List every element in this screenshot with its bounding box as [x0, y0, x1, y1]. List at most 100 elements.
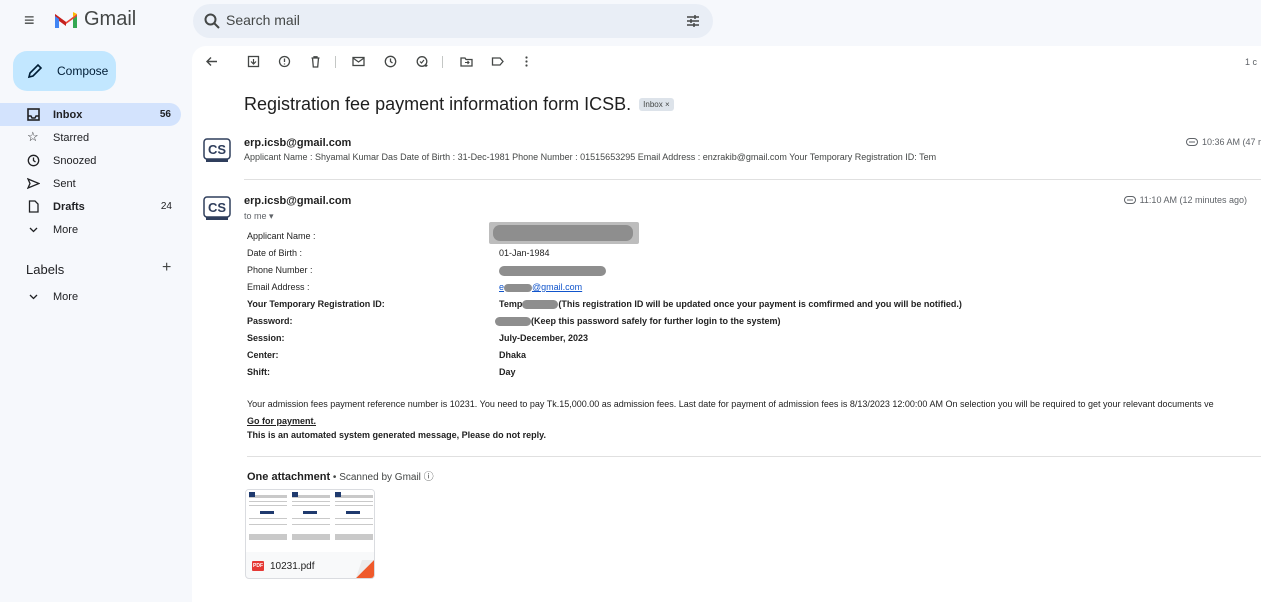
session-label: Session:: [247, 333, 285, 343]
attachment-preview: [246, 490, 374, 552]
center-value: Dhaka: [499, 350, 527, 360]
add-task-icon[interactable]: [416, 55, 429, 68]
svg-text:CS: CS: [208, 200, 226, 215]
sidebar-item-label: More: [53, 223, 79, 236]
attachment-name[interactable]: 10231.pdf: [270, 561, 315, 572]
sidebar-item-label: Inbox: [53, 108, 83, 121]
search-icon[interactable]: [203, 12, 221, 30]
message-toolbar: 1 c: [192, 46, 1261, 78]
reg-id-value: Temp (This registration ID will be update…: [499, 299, 962, 310]
email-link[interactable]: e @gmail.com: [499, 282, 582, 292]
password-note: (Keep this password safely for further l…: [531, 316, 781, 326]
unread-count: 56: [159, 109, 171, 120]
search-input[interactable]: [226, 12, 646, 28]
archive-icon[interactable]: [247, 55, 260, 68]
draft-icon: [28, 200, 39, 213]
message-divider: [244, 179, 1261, 180]
drafts-count: 24: [160, 201, 172, 212]
label-icon: [1185, 138, 1198, 146]
center-label: Center:: [247, 350, 279, 360]
email-suffix: @gmail.com: [532, 282, 583, 292]
back-arrow-icon[interactable]: [205, 55, 218, 68]
inbox-label-chip[interactable]: Inbox ×: [639, 98, 674, 111]
label-icon: [1123, 196, 1136, 204]
message-time: 10:36 AM (47 r: [1185, 137, 1261, 147]
scanned-note: • Scanned by Gmail ⓘ: [330, 472, 434, 483]
more-options-icon[interactable]: [520, 55, 533, 68]
sidebar-nav: Inbox 56 ☆ Starred Snoozed Sent Drafts 2…: [0, 103, 182, 241]
attachment-heading-row: One attachment • Scanned by Gmail ⓘ: [247, 468, 434, 483]
inbox-icon: [27, 108, 40, 121]
recipient-dropdown[interactable]: to me ▾: [244, 211, 274, 222]
applicant-name-label: Applicant Name :: [247, 231, 316, 241]
sender-avatar: CS: [203, 138, 231, 162]
session-value: July-December, 2023: [499, 333, 589, 343]
pdf-icon: PDF: [252, 561, 264, 571]
sidebar-item-more[interactable]: More: [0, 218, 182, 241]
sidebar-item-drafts[interactable]: Drafts 24: [0, 195, 182, 218]
sidebar-item-sent[interactable]: Sent: [0, 172, 182, 195]
password-value: (Keep this password safely for further l…: [495, 316, 781, 327]
email-subject: Registration fee payment information for…: [244, 94, 632, 114]
payment-link[interactable]: Go for payment.: [247, 416, 316, 426]
compose-label: Compose: [57, 64, 109, 78]
app-name: Gmail: [84, 8, 137, 30]
gmail-logo[interactable]: Gmail: [54, 8, 136, 31]
sender-avatar: CS: [203, 196, 231, 220]
move-to-icon[interactable]: [460, 55, 473, 68]
snooze-icon[interactable]: [384, 55, 397, 68]
reg-prefix: Temp: [499, 299, 523, 309]
reg-id-label: Your Temporary Registration ID:: [247, 299, 385, 309]
attachment-card[interactable]: PDF 10231.pdf: [245, 489, 375, 579]
delete-icon[interactable]: [309, 55, 322, 68]
redacted-value: [489, 222, 639, 244]
chevron-down-icon: [29, 294, 38, 300]
sidebar-item-label: Sent: [53, 177, 76, 190]
search-options-icon[interactable]: [685, 13, 701, 29]
sender-email[interactable]: erp.icsb@gmail.com: [244, 195, 351, 207]
attachment-divider: [247, 456, 1261, 457]
main-menu-icon[interactable]: ≡: [24, 11, 42, 29]
message-snippet: Applicant Name : Shyamal Kumar Das Date …: [244, 152, 937, 162]
sidebar-item-label: Starred: [53, 131, 90, 144]
report-spam-icon[interactable]: [278, 55, 291, 68]
auto-message-note: This is an automated system generated me…: [247, 430, 546, 440]
toolbar-divider: [442, 56, 443, 68]
sender-email[interactable]: erp.icsb@gmail.com: [244, 137, 351, 149]
add-label-icon[interactable]: +: [162, 259, 171, 277]
chevron-down-icon: [29, 227, 38, 233]
message-view: 1 c Registration fee payment information…: [192, 46, 1261, 602]
attachment-heading: One attachment: [247, 471, 331, 483]
gmail-m-icon: [55, 11, 77, 28]
message-time-text: 11:10 AM (12 minutes ago): [1139, 195, 1247, 205]
label-icon[interactable]: [491, 55, 504, 68]
svg-text:CS: CS: [208, 142, 226, 157]
message-collapsed[interactable]: CS erp.icsb@gmail.com Applicant Name : S…: [192, 134, 1261, 178]
email-subject-row: Registration fee payment information for…: [244, 94, 674, 115]
dob-label: Date of Birth :: [247, 248, 303, 258]
reg-note: (This registration ID will be updated on…: [558, 299, 962, 309]
shift-label: Shift:: [247, 367, 270, 377]
sidebar-item-snoozed[interactable]: Snoozed: [0, 149, 182, 172]
shift-value: Day: [499, 367, 516, 377]
compose-button[interactable]: Compose: [13, 51, 116, 91]
labels-more[interactable]: More: [27, 290, 78, 303]
search-bar: [193, 4, 713, 38]
labels-heading: Labels: [26, 262, 65, 277]
email-label: Email Address :: [247, 282, 310, 292]
sidebar-item-starred[interactable]: ☆ Starred: [0, 126, 182, 149]
mark-unread-icon[interactable]: [352, 55, 365, 68]
phone-label: Phone Number :: [247, 265, 313, 275]
payment-info-text: Your admission fees payment reference nu…: [247, 399, 1214, 409]
clock-icon: [27, 154, 40, 167]
dob-value: 01-Jan-1984: [499, 248, 550, 258]
message-time-text: 10:36 AM (47 r: [1201, 137, 1261, 147]
top-bar: ≡ Gmail: [0, 0, 1261, 42]
page-count: 1 c: [1244, 57, 1257, 67]
star-icon: ☆: [27, 129, 39, 144]
password-label: Password:: [247, 316, 293, 326]
sidebar-item-label: Drafts: [53, 200, 85, 213]
page-curl-icon: [356, 560, 374, 578]
pencil-icon: [27, 63, 43, 79]
sidebar-item-inbox[interactable]: Inbox 56: [0, 103, 181, 126]
